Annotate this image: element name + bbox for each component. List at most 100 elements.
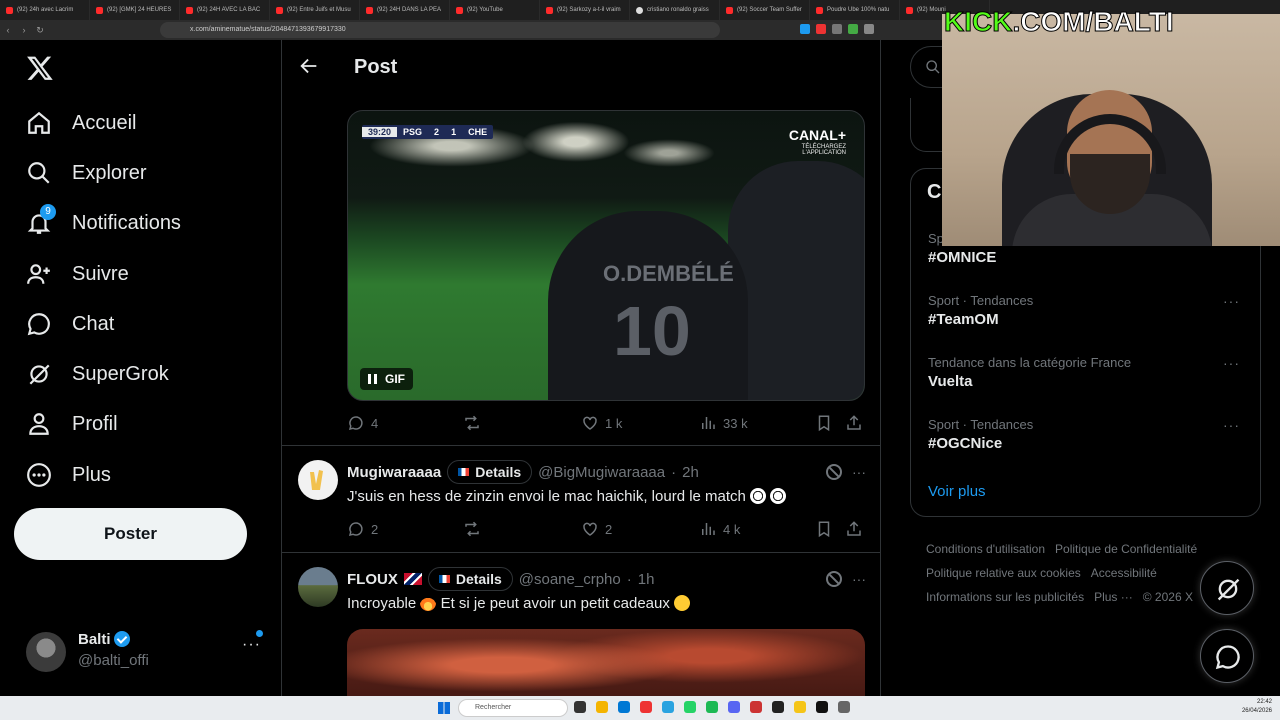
notion-icon[interactable] bbox=[772, 701, 784, 713]
taskbar-app-icon[interactable] bbox=[574, 701, 586, 713]
footer-link[interactable]: Politique relative aux cookies bbox=[926, 566, 1081, 580]
heart-icon bbox=[583, 416, 597, 430]
reply-author-name[interactable]: FLOUX bbox=[347, 571, 398, 588]
sidebar-item-home[interactable]: Accueil bbox=[26, 103, 136, 143]
browser-forward-icon[interactable]: › bbox=[16, 25, 32, 35]
extension-icon[interactable] bbox=[848, 24, 858, 34]
folder-icon[interactable] bbox=[596, 701, 608, 713]
share-button[interactable] bbox=[845, 520, 863, 538]
reply-button[interactable]: 2 bbox=[347, 520, 378, 538]
reply-post[interactable]: Mugiwaraaaa Details @BigMugiwaraaaa · 2h… bbox=[282, 460, 880, 552]
browser-tab[interactable]: (92) YouTube bbox=[450, 0, 540, 20]
browser-icon[interactable] bbox=[640, 701, 652, 713]
more-dots-icon[interactable]: ··· bbox=[242, 636, 261, 654]
trend-item[interactable]: Sport · Tendances #TeamOM ··· bbox=[928, 293, 1248, 328]
footer-link[interactable]: Informations sur les publicités bbox=[926, 590, 1084, 604]
extension-icon[interactable] bbox=[864, 24, 874, 34]
browser-tab[interactable]: (92) 24H AVEC LA BAC bbox=[180, 0, 270, 20]
views-button[interactable]: 4 k bbox=[699, 520, 740, 538]
reply-post[interactable]: FLOUX Details @soane_crpho · 1h ··· Incr… bbox=[282, 567, 880, 696]
post-button[interactable]: Poster bbox=[14, 508, 247, 560]
mute-icon[interactable] bbox=[826, 571, 842, 587]
sidebar-item-explore[interactable]: Explorer bbox=[26, 153, 146, 193]
extension-icon[interactable] bbox=[816, 24, 826, 34]
reply-author-handle[interactable]: @soane_crpho bbox=[519, 571, 621, 588]
more-dots-icon[interactable]: ··· bbox=[1223, 417, 1240, 433]
match-clock: 39:20 bbox=[362, 127, 398, 137]
separator-dot: · bbox=[671, 463, 677, 481]
share-button[interactable] bbox=[845, 414, 863, 432]
browser-tab[interactable]: (92) [GMK] 24 HEURES bbox=[90, 0, 180, 20]
reply-media[interactable] bbox=[347, 629, 865, 696]
sidebar-item-follow[interactable]: Suivre bbox=[26, 254, 129, 294]
views-button[interactable]: 33 k bbox=[699, 414, 748, 432]
browser-tab[interactable]: (92) Entre Juifs et Musu bbox=[270, 0, 360, 20]
chat-fab-button[interactable] bbox=[1200, 629, 1254, 683]
extension-icon[interactable] bbox=[800, 24, 810, 34]
trend-item[interactable]: Sport · Tendances #OGCNice ··· bbox=[928, 417, 1248, 452]
see-more-link[interactable]: Voir plus bbox=[928, 483, 986, 500]
footer-link[interactable]: Conditions d'utilisation bbox=[926, 542, 1045, 556]
reply-author-handle[interactable]: @BigMugiwaraaaa bbox=[538, 464, 665, 481]
footer-link[interactable]: Accessibilité bbox=[1091, 566, 1157, 580]
account-switcher[interactable]: Balti @balti_offi ··· bbox=[26, 630, 266, 674]
reply-time[interactable]: 1h bbox=[638, 571, 655, 588]
more-dots-icon[interactable]: ··· bbox=[852, 571, 866, 587]
taskbar-search[interactable]: Rechercher bbox=[458, 699, 568, 717]
x-logo-icon[interactable] bbox=[26, 54, 54, 82]
taskbar-app-icon[interactable] bbox=[618, 701, 630, 713]
bookmark-button[interactable] bbox=[815, 520, 833, 538]
sidebar-item-profile[interactable]: Profil bbox=[26, 404, 118, 444]
avatar[interactable] bbox=[298, 460, 338, 500]
telegram-icon[interactable] bbox=[662, 701, 674, 713]
trend-item[interactable]: Tendance dans la catégorie France Vuelta… bbox=[928, 355, 1248, 390]
browser-tab[interactable]: (92) 24H DANS LA PEA bbox=[360, 0, 450, 20]
like-button[interactable]: 1 k bbox=[581, 414, 622, 432]
more-dots-icon[interactable]: ··· bbox=[852, 464, 866, 480]
discord-icon[interactable] bbox=[728, 701, 740, 713]
like-button[interactable]: 2 bbox=[581, 520, 612, 538]
browser-tab[interactable]: (92) Sarkozy a-t-il vraim bbox=[540, 0, 630, 20]
browser-tab[interactable]: cristiano ronaldo graiss bbox=[630, 0, 720, 20]
settings-icon[interactable] bbox=[838, 701, 850, 713]
taskbar-app-icon[interactable] bbox=[794, 701, 806, 713]
post-actions: 2 2 4 k bbox=[347, 520, 867, 540]
reply-time[interactable]: 2h bbox=[682, 464, 699, 481]
sidebar-item-more[interactable]: Plus bbox=[26, 455, 111, 495]
reply-header: FLOUX Details @soane_crpho · 1h bbox=[347, 567, 655, 591]
browser-tab[interactable]: (92) Soccer Team Suffer bbox=[720, 0, 810, 20]
sidebar-item-supergrok[interactable]: SuperGrok bbox=[26, 354, 169, 394]
sidebar-item-label: Notifications bbox=[72, 211, 181, 234]
mute-icon[interactable] bbox=[826, 464, 842, 480]
details-button[interactable]: Details bbox=[427, 567, 513, 591]
footer-link[interactable]: Politique de Confidentialité bbox=[1055, 542, 1197, 556]
repost-button[interactable] bbox=[463, 414, 481, 432]
address-bar[interactable]: x.com/aminematue/status/2048471393679917… bbox=[160, 22, 720, 38]
footer-link[interactable]: Plus ··· bbox=[1094, 590, 1133, 604]
windows-start-icon[interactable] bbox=[438, 702, 450, 714]
sidebar-item-chat[interactable]: Chat bbox=[26, 304, 114, 344]
more-dots-icon[interactable]: ··· bbox=[1223, 355, 1240, 371]
taskbar-app-icon[interactable] bbox=[816, 701, 828, 713]
whatsapp-icon[interactable] bbox=[684, 701, 696, 713]
browser-tab[interactable]: (92) 24h avec Lacrim bbox=[0, 0, 90, 20]
repost-button[interactable] bbox=[463, 520, 481, 538]
gif-media[interactable]: O.DEMBÉLÉ 10 39:20 PSG 2 1 CHE CANAL+ TÉ… bbox=[347, 110, 865, 401]
gif-pause-button[interactable]: GIF bbox=[360, 368, 413, 390]
reply-author-name[interactable]: Mugiwaraaaa bbox=[347, 464, 441, 481]
avatar[interactable] bbox=[298, 567, 338, 607]
back-arrow-icon[interactable] bbox=[298, 55, 320, 77]
system-clock[interactable]: 22:42 26/04/2026 bbox=[1242, 698, 1272, 716]
spotify-icon[interactable] bbox=[706, 701, 718, 713]
more-dots-icon[interactable]: ··· bbox=[1223, 293, 1240, 309]
extension-icon[interactable] bbox=[832, 24, 842, 34]
grok-fab-button[interactable] bbox=[1200, 561, 1254, 615]
sidebar-item-notifications[interactable]: 9 Notifications bbox=[26, 203, 181, 243]
bookmark-button[interactable] bbox=[815, 414, 833, 432]
details-button[interactable]: Details bbox=[447, 460, 533, 484]
reload-icon[interactable]: ↻ bbox=[32, 25, 48, 36]
taskbar-app-icon[interactable] bbox=[750, 701, 762, 713]
browser-tab[interactable]: Poudre Ube 100% natu bbox=[810, 0, 900, 20]
reply-button[interactable]: 4 bbox=[347, 414, 378, 432]
browser-back-icon[interactable]: ‹ bbox=[0, 25, 16, 35]
